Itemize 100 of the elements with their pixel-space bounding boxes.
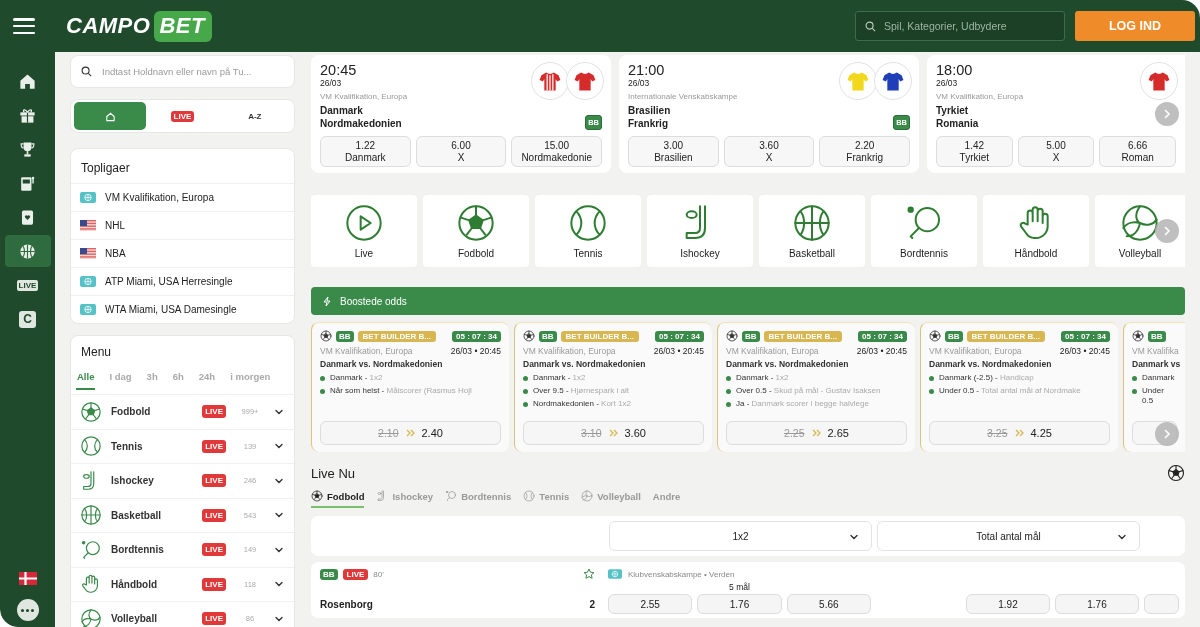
sport-tile[interactable]: Volleyball [1095, 195, 1185, 267]
odds-button[interactable]: 3.00 Brasilien [628, 136, 719, 167]
sport-tab[interactable]: Fodbold [311, 488, 365, 508]
odds-button[interactable]: 5.66 [786, 594, 871, 614]
section-title: Menu [80, 345, 113, 361]
boosted-odds: 4.25 [1030, 427, 1052, 439]
odds-button[interactable]: 2.10 2.40 [320, 421, 501, 445]
league-item[interactable]: NBA [71, 239, 294, 267]
chat-button[interactable] [16, 599, 39, 621]
odds-value: 3.00 [663, 139, 684, 152]
section-title: Live Nu [311, 465, 356, 481]
volleyball-icon [581, 490, 594, 502]
boost-card[interactable]: BB BET BUILDER B... 05 : 07 : 34 VM Kvalifikation, Europa 26/03 • 20:45 Danmark vs. Nordmakedonien Danmark - 1x2 Over 0.5 - Skud på mål - Gustav Isaksen Ja - Danmark scorer i begge halvlege 2.25 2.65 [717, 322, 915, 452]
odds-button[interactable]: 1.76 [1055, 594, 1139, 614]
odds-button[interactable]: 1.42 Tyrkiet [936, 136, 1013, 167]
league-name: VM Kvalifikation, Europa [320, 346, 413, 356]
team-name: Danmark [320, 104, 364, 117]
flag-icon [80, 248, 96, 259]
rail-item[interactable]: C [4, 303, 51, 335]
league-item[interactable]: ATP Miami, USA Herresingle [71, 267, 294, 295]
star-icon[interactable] [583, 568, 595, 580]
sport-tile[interactable]: Ishockey [647, 195, 753, 267]
odds-button[interactable]: 3.60 X [723, 136, 815, 167]
view-tab[interactable]: LIVE [146, 102, 219, 130]
odds-button[interactable]: 5.00 X [1017, 136, 1095, 167]
odds-button[interactable]: 2.55 [608, 594, 693, 614]
football-icon [311, 490, 323, 502]
sport-label: Håndbold [1014, 248, 1058, 259]
sport-tile[interactable]: Fodbold [423, 195, 529, 267]
odds-button[interactable]: 3.10 3.60 [523, 421, 704, 445]
menu-button[interactable] [12, 16, 36, 36]
view-tab[interactable]: A-Z [218, 102, 291, 130]
odds-button[interactable]: 15.00 Nordmakedonie [511, 136, 602, 167]
live-badge: LIVE [202, 543, 226, 557]
boost-card[interactable]: BB BET BUILDER B... 05 : 07 : 34 VM Kvalifikation, Europa 26/03 • 20:45 Danmark vs. Nordmakedonien Danmark - 1x2 Når som helst - Målscorer (Rasmus Hojl 2.10 2.40 [311, 322, 509, 452]
sport-label: Fodbold [457, 248, 495, 259]
section-title: Topligaer [80, 161, 131, 177]
sport-tile[interactable]: Live [311, 195, 417, 267]
rail-item[interactable] [4, 235, 51, 267]
live-badge: LIVE [202, 405, 226, 419]
sport-label: Live [354, 248, 374, 259]
football-icon [726, 330, 738, 342]
sport-tile[interactable]: Håndbold [983, 195, 1089, 267]
basketball-icon [792, 203, 832, 243]
bet-leg: Nordmakedonien - Kort 1x2 [533, 399, 631, 409]
bet-leg: Danmark - 1x2 [533, 373, 586, 383]
market-dropdown[interactable]: Total antal mål [877, 521, 1140, 551]
odds-button[interactable]: 1.76 [697, 594, 782, 614]
league-item[interactable]: VM Kvalifikation, Europa [71, 183, 294, 211]
team-name: Romania [936, 117, 979, 130]
odds-button[interactable]: 6.66 Roman [1099, 136, 1176, 167]
leg-dot [523, 388, 528, 394]
live-badge: LIVE [202, 439, 226, 453]
boosted-odds: 2.65 [827, 427, 849, 439]
match-time: 20:45 [320, 62, 358, 78]
league-item[interactable]: NHL [71, 211, 294, 239]
bet-leg: Danmark - 1x2 [736, 373, 789, 383]
football-icon [1167, 464, 1185, 482]
search-field[interactable]: Spil, Kategorier, Udbydere [855, 11, 1065, 41]
odds-button[interactable]: 2.25 2.65 [726, 421, 907, 445]
view-tab[interactable] [74, 102, 147, 130]
league-name: Internationale Venskabskampe [628, 92, 738, 101]
odds-button[interactable]: 1.92 [966, 594, 1050, 614]
football-icon [523, 330, 535, 342]
boost-card[interactable]: BB BET BUILDER B... 05 : 07 : 34 VM Kvalifikation, Europa 26/03 • 20:45 Danmark vs. Nordmakedonien Danmark - 1x2 Over 9.5 - Hjørnespark i alt Nordmakedonien - Kort 1x2 3.10 3.60 [514, 322, 712, 452]
tennis-ball-icon [568, 203, 608, 243]
boost-card[interactable]: BB BET BUILDER B... 05 : 07 : 34 VM Kvalifikation, Europa 26/03 • 20:45 Danmark vs. Nordmakedonien Danmark (-2.5) - Handicap Under 0.5 - Total antal mål af Nordmake 3.25 4.25 [920, 322, 1118, 452]
league-name: NHL [105, 220, 125, 231]
sport-label: Volleyball [1118, 248, 1162, 259]
sport-tile[interactable]: Bordtennis [871, 195, 977, 267]
match-date: 26/03 • 20:45 [450, 346, 501, 356]
odds-value: 2.20 [854, 139, 875, 152]
league-name: VM Kvalifika [1132, 346, 1179, 356]
market-dropdown[interactable]: 1x2 [609, 521, 872, 551]
promo-badge: BET BUILDER B... [763, 330, 842, 342]
boosted-odds-bar[interactable]: Boostede odds [311, 287, 1185, 315]
countdown-timer: 05 : 07 : 34 [655, 330, 704, 342]
leg-dot [320, 375, 325, 381]
flag-icon[interactable] [18, 572, 37, 585]
match-card[interactable]: BB LIVE 80' Klubvenskabskampe • Verden 5 mål Rosenborg 2 2.55 1.76 5.66 1.92 1.76 [311, 562, 1185, 618]
rail-item[interactable]: LIVE [4, 269, 51, 301]
paddle-icon [80, 538, 102, 561]
odds-label: Danmark [345, 151, 386, 164]
bet-leg: Over 0.5 - Skud på mål - Gustav Isaksen [736, 386, 881, 396]
sport-tile[interactable]: Basketball [759, 195, 865, 267]
football-icon [320, 330, 332, 342]
odds-button[interactable]: 1.22 Danmark [320, 136, 411, 167]
period-tab[interactable]: Alle [76, 367, 96, 390]
odds-value: 1.22 [355, 139, 376, 152]
odds-label: X [765, 151, 773, 164]
paddle-icon [445, 490, 458, 502]
sport-tile[interactable]: Tennis [535, 195, 641, 267]
odds-button[interactable]: 3.25 4.25 [929, 421, 1110, 445]
bet-leg: Under 0.5 - Total antal mål af Nordmake [939, 386, 1081, 396]
league-item[interactable]: WTA Miami, USA Damesingle [71, 295, 294, 323]
market-note: 5 mål [728, 582, 751, 592]
odds-button[interactable]: 2.20 Frankrig [819, 136, 910, 167]
odds-button[interactable]: 6.00 X [415, 136, 507, 167]
bet-builder-badge: BB [320, 568, 338, 580]
match-card[interactable]: 18:00 26/03 VM Kvalifikation, Europa Tyrkiet Romania 1.42 Tyrkiet 5.00 X 6.66 Roman [927, 55, 1185, 173]
